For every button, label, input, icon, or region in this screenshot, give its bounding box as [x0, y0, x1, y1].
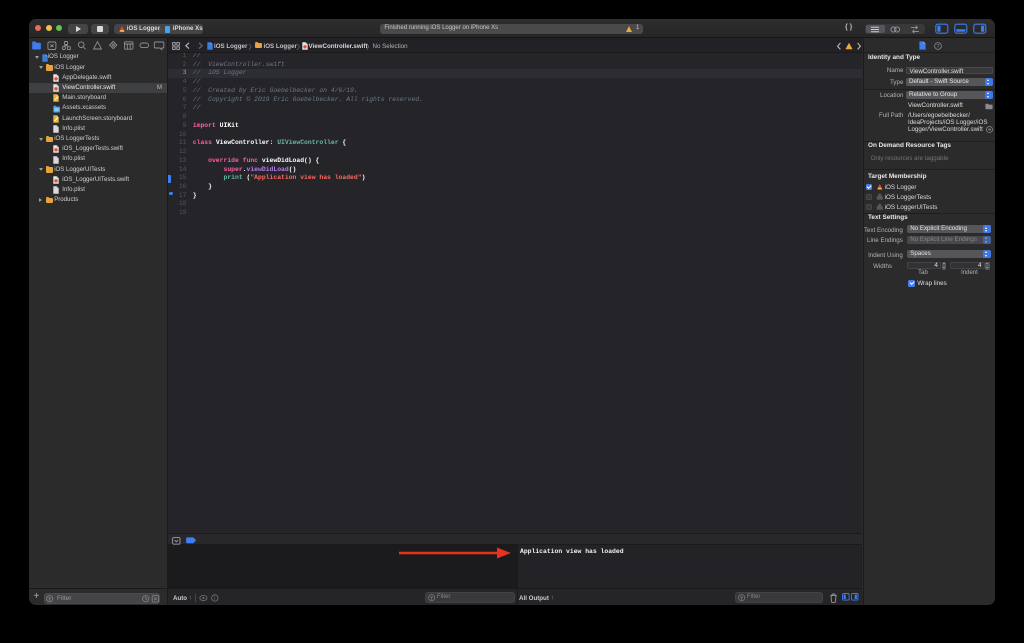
- svg-text:?: ?: [936, 44, 939, 50]
- svg-text:i: i: [214, 596, 215, 602]
